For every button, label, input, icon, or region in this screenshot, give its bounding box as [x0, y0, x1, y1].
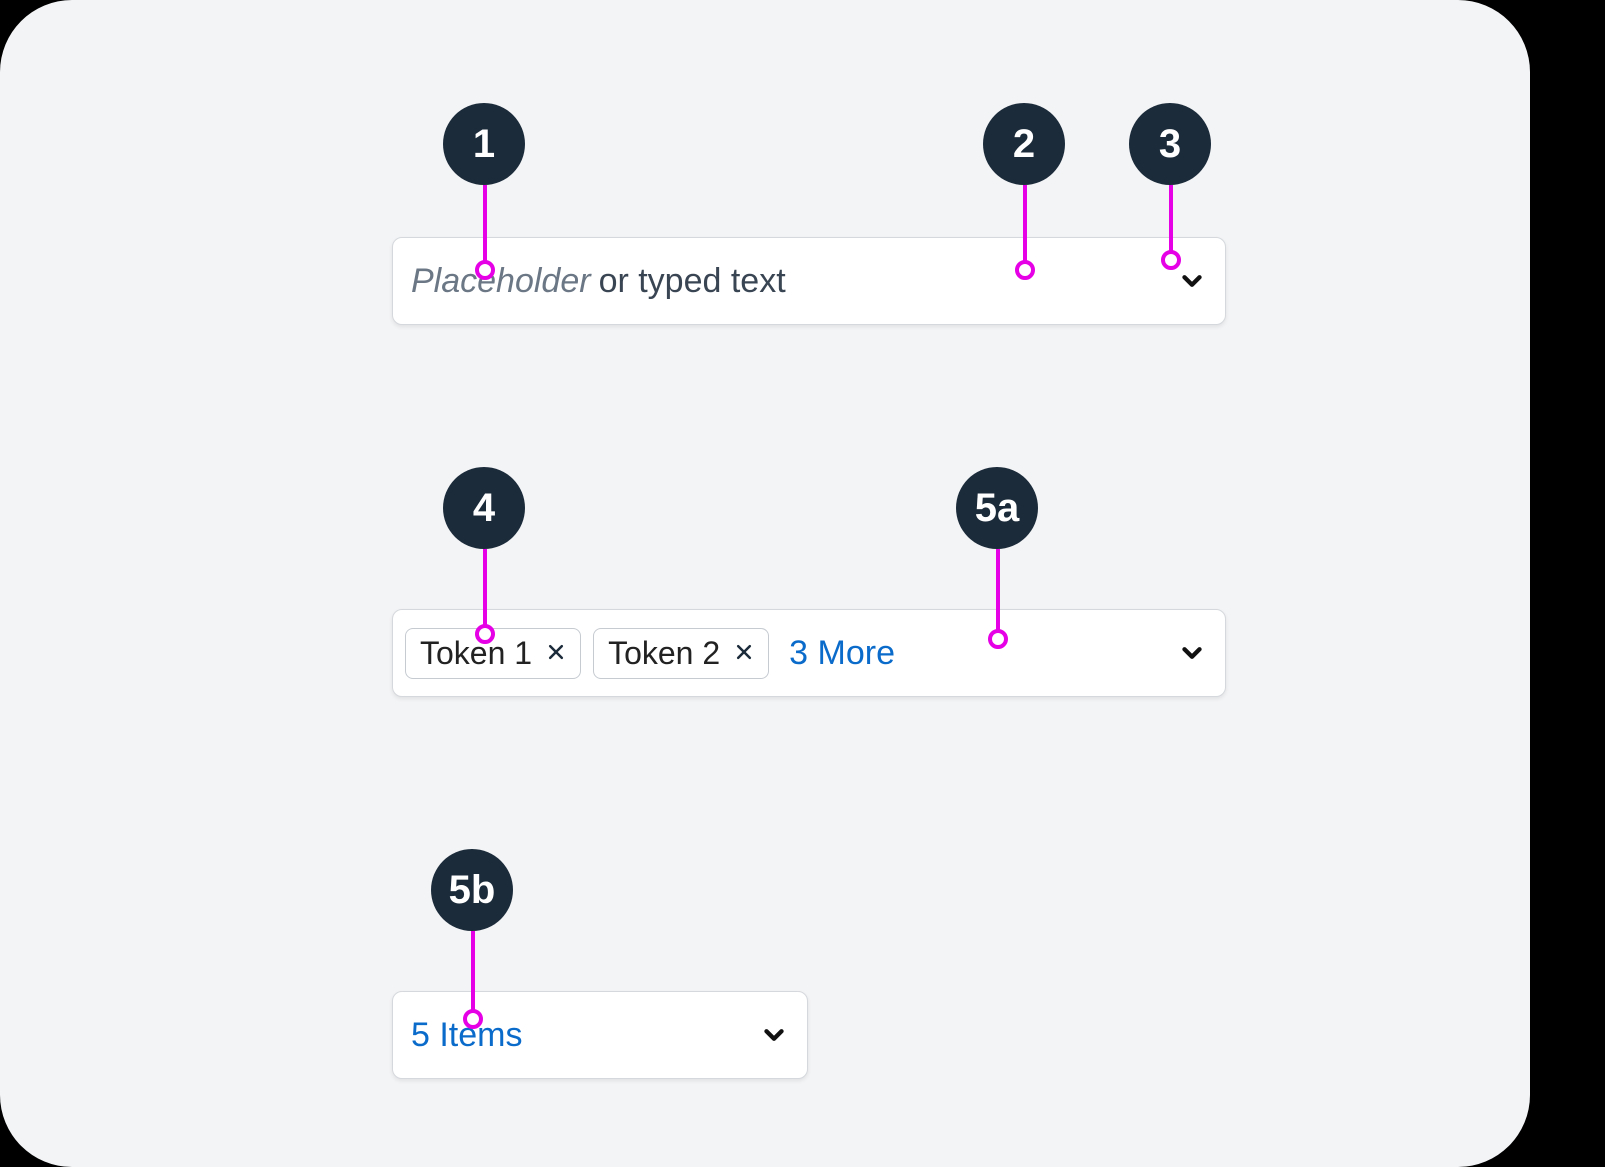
annotation-badge-3: 3 [1129, 103, 1211, 185]
token-chip-2[interactable]: Token 2 [593, 628, 769, 679]
close-icon[interactable] [734, 636, 754, 670]
overflow-more-link[interactable]: 3 More [789, 634, 895, 673]
leader-4 [483, 549, 487, 634]
combobox-summary[interactable]: 5 Items [392, 991, 808, 1079]
leader-5a [996, 549, 1000, 639]
chevron-down-icon[interactable] [1177, 638, 1207, 668]
annotation-badge-5b: 5b [431, 849, 513, 931]
token-label: Token 1 [420, 635, 532, 672]
token-label: Token 2 [608, 635, 720, 672]
annotation-badge-5a: 5a [956, 467, 1038, 549]
annotation-badge-4: 4 [443, 467, 525, 549]
leader-2 [1023, 185, 1027, 270]
chevron-down-icon[interactable] [1177, 266, 1207, 296]
close-icon[interactable] [546, 636, 566, 670]
chevron-down-icon[interactable] [759, 1020, 789, 1050]
diagram-canvas: 1 2 3 Placeholder or typed text 4 5a Tok… [0, 0, 1530, 1167]
typed-text: or typed text [599, 262, 786, 301]
combobox-typeahead[interactable]: Placeholder or typed text [392, 237, 1226, 325]
leader-1 [483, 185, 487, 270]
annotation-badge-1: 1 [443, 103, 525, 185]
leader-5b [471, 931, 475, 1019]
placeholder-text: Placeholder [411, 262, 591, 301]
annotation-badge-2: 2 [983, 103, 1065, 185]
combobox-multiselect[interactable]: Token 1 Token 2 3 More [392, 609, 1226, 697]
leader-3 [1169, 185, 1173, 260]
